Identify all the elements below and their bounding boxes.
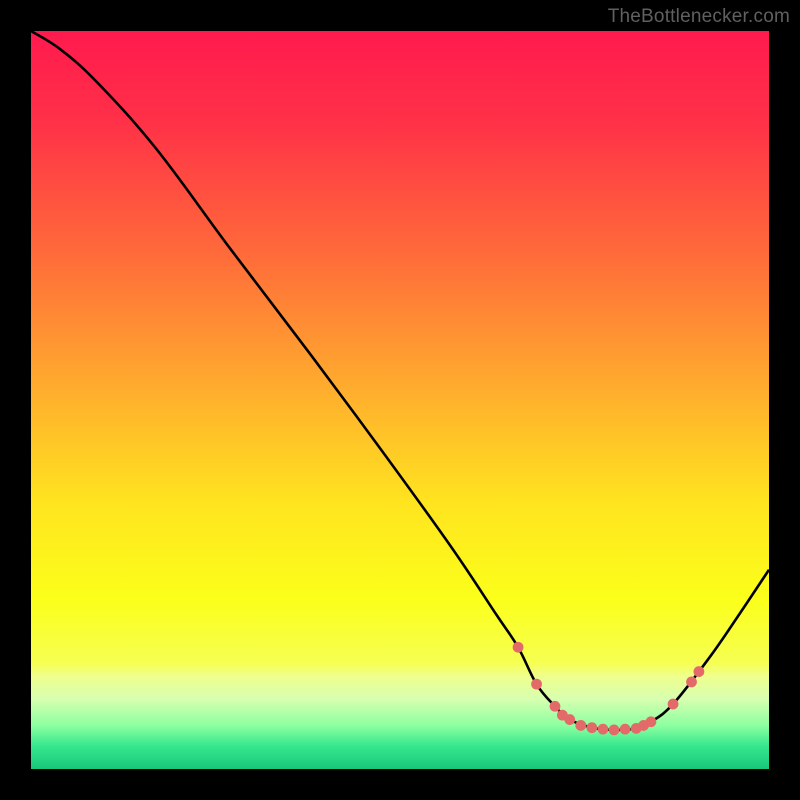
highlight-dot — [586, 722, 597, 733]
highlight-dot — [513, 642, 524, 653]
highlight-dot — [550, 701, 561, 712]
highlight-dot — [668, 699, 679, 710]
highlight-dot — [575, 720, 586, 731]
highlight-dot — [531, 679, 542, 690]
highlight-dot — [620, 724, 631, 735]
highlight-dot — [598, 724, 609, 735]
watermark-text: TheBottlenecker.com — [608, 6, 790, 28]
highlight-dot — [686, 677, 697, 688]
highlight-dot — [693, 666, 704, 677]
highlight-dots-layer — [31, 31, 769, 769]
highlight-dot — [564, 714, 575, 725]
plot-area — [31, 31, 769, 769]
highlight-dot — [609, 724, 620, 735]
chart-frame: TheBottlenecker.com — [0, 0, 800, 800]
highlight-dot — [646, 716, 657, 727]
